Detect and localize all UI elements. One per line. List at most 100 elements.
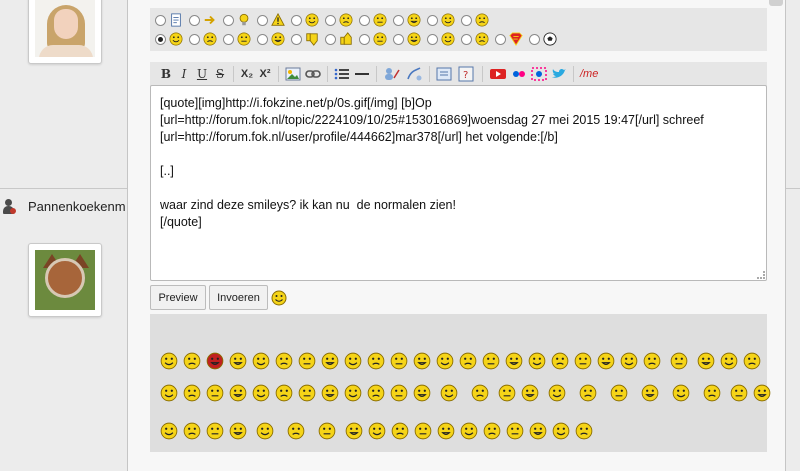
- smiley-icon[interactable]: [753, 384, 771, 402]
- mood-radio[interactable]: [155, 14, 166, 26]
- smiley-icon[interactable]: [321, 384, 339, 402]
- smiley-icon[interactable]: [460, 422, 478, 440]
- mood-option[interactable]: [291, 12, 323, 28]
- smiley-icon[interactable]: [528, 352, 546, 370]
- smiley-icon[interactable]: [252, 422, 278, 440]
- user-avatar[interactable]: [28, 0, 102, 64]
- mood-radio[interactable]: [529, 33, 540, 45]
- user-tag-button[interactable]: [383, 65, 401, 83]
- smiley-toggle-icon[interactable]: [271, 290, 287, 306]
- smiley-icon[interactable]: [574, 352, 592, 370]
- mood-radio[interactable]: [325, 14, 336, 26]
- mood-radio[interactable]: [223, 14, 234, 26]
- mood-option[interactable]: [359, 31, 391, 47]
- mood-option[interactable]: [223, 31, 255, 47]
- smiley-icon[interactable]: [367, 384, 385, 402]
- superman-icon[interactable]: [509, 32, 523, 46]
- mood-radio[interactable]: [189, 14, 200, 26]
- mood-option[interactable]: [257, 31, 289, 47]
- mood-radio[interactable]: [257, 33, 268, 45]
- unlink-button[interactable]: [405, 65, 423, 83]
- bold-button[interactable]: B: [159, 65, 173, 83]
- smiley-icon[interactable]: [552, 422, 570, 440]
- smiley-icon[interactable]: [643, 352, 661, 370]
- user-avatar[interactable]: [28, 243, 102, 317]
- smile-icon[interactable]: [169, 32, 183, 46]
- arrow-right-icon[interactable]: [203, 13, 217, 27]
- angry-icon[interactable]: [407, 13, 421, 27]
- smiley-icon[interactable]: [391, 422, 409, 440]
- smiley-icon[interactable]: [344, 352, 362, 370]
- mood-option[interactable]: [461, 31, 493, 47]
- help-button[interactable]: ?: [458, 65, 476, 83]
- mood-option[interactable]: [427, 31, 459, 47]
- mood-radio[interactable]: [257, 14, 268, 26]
- image-button[interactable]: [285, 65, 301, 83]
- smiley-icon[interactable]: [637, 384, 663, 402]
- smiley-icon[interactable]: [160, 352, 178, 370]
- mood-option[interactable]: [529, 31, 561, 47]
- message-textarea[interactable]: [quote][img]http://i.fokzine.net/p/0s.gi…: [150, 85, 767, 281]
- scrollbar-thumb[interactable]: [769, 0, 783, 6]
- smile-icon[interactable]: [373, 13, 387, 27]
- lightbulb-icon[interactable]: [237, 13, 251, 27]
- frown-icon[interactable]: [441, 13, 455, 27]
- mood-radio[interactable]: [291, 14, 302, 26]
- smiley-icon[interactable]: [436, 352, 454, 370]
- sunglasses-icon[interactable]: [475, 13, 489, 27]
- me-button[interactable]: /me: [580, 65, 598, 83]
- mood-radio[interactable]: [427, 33, 438, 45]
- smiley-icon[interactable]: [413, 384, 431, 402]
- smiley-icon[interactable]: [345, 422, 363, 440]
- mood-radio[interactable]: [325, 33, 336, 45]
- mood-option[interactable]: [291, 31, 323, 47]
- mood-option[interactable]: [495, 31, 527, 47]
- smiley-icon[interactable]: [551, 352, 569, 370]
- subscript-button[interactable]: X₂: [240, 65, 254, 83]
- smiley-icon[interactable]: [229, 384, 247, 402]
- smiley-icon[interactable]: [298, 352, 316, 370]
- smiley-icon[interactable]: [459, 352, 477, 370]
- mood-radio[interactable]: [461, 33, 472, 45]
- mood-radio[interactable]: [393, 14, 404, 26]
- mood-radio[interactable]: [189, 33, 200, 45]
- italic-button[interactable]: I: [177, 65, 191, 83]
- smiley-icon[interactable]: [666, 352, 692, 370]
- smiley-icon[interactable]: [720, 352, 738, 370]
- kiss-icon[interactable]: [441, 32, 455, 46]
- smiley-icon[interactable]: [206, 384, 224, 402]
- smiley-icon[interactable]: [699, 384, 725, 402]
- neutral-icon[interactable]: [373, 32, 387, 46]
- thumbs-up-icon[interactable]: [339, 32, 353, 46]
- mood-option[interactable]: [461, 12, 493, 28]
- smiley-icon[interactable]: [229, 422, 247, 440]
- soccer-ball-icon[interactable]: [543, 32, 557, 46]
- warning-icon[interactable]: [271, 13, 285, 27]
- mood-radio[interactable]: [427, 14, 438, 26]
- mood-radio[interactable]: [461, 14, 472, 26]
- smiley-icon[interactable]: [252, 352, 270, 370]
- smiley-icon[interactable]: [298, 384, 316, 402]
- mood-option[interactable]: [189, 12, 221, 28]
- mood-radio[interactable]: [393, 33, 404, 45]
- smiley-icon[interactable]: [437, 422, 455, 440]
- mood-option[interactable]: [189, 31, 221, 47]
- horizontal-rule-button[interactable]: [354, 65, 370, 83]
- flickr-button[interactable]: [511, 65, 527, 83]
- underline-button[interactable]: U: [195, 65, 209, 83]
- smiley-icon[interactable]: [597, 352, 615, 370]
- smiley-icon[interactable]: [606, 384, 632, 402]
- smiley-icon[interactable]: [367, 352, 385, 370]
- mood-option[interactable]: [223, 12, 255, 28]
- smiley-icon[interactable]: [160, 384, 178, 402]
- smiley-icon[interactable]: [483, 422, 501, 440]
- youtube-button[interactable]: [489, 65, 507, 83]
- smiley-icon[interactable]: [314, 422, 340, 440]
- confused-icon[interactable]: [305, 13, 319, 27]
- smiley-icon[interactable]: [467, 384, 493, 402]
- mood-option[interactable]: [325, 12, 357, 28]
- smiley-icon[interactable]: [390, 384, 408, 402]
- mood-option[interactable]: [359, 12, 391, 28]
- smiley-icon[interactable]: [283, 422, 309, 440]
- love-icon[interactable]: [475, 32, 489, 46]
